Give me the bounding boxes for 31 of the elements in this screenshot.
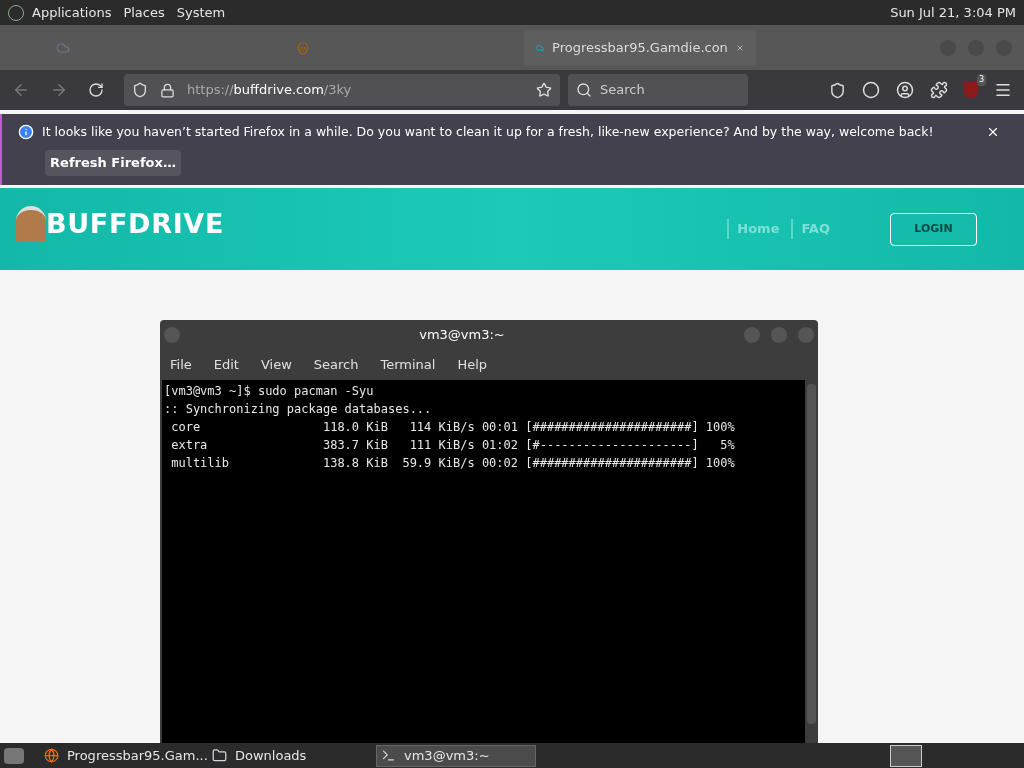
terminal-menu-item[interactable]: File xyxy=(170,355,192,375)
terminal-line: multilib 138.8 KiB 59.9 KiB/s 00:02 [######################] 100% xyxy=(170,455,736,472)
taskbar-item[interactable]: Downloads xyxy=(208,744,368,767)
taskbar-item[interactable]: vm3@vm3:~ xyxy=(376,744,536,767)
login-button[interactable]: LOGIN xyxy=(890,212,977,246)
tab-title: Progressbar95.Gamdie.con xyxy=(552,38,728,57)
terminal-menu-item[interactable]: Terminal xyxy=(380,355,436,375)
url-field[interactable]: https://buffdrive.com/3ky xyxy=(124,74,560,106)
clock: Sun Jul 21, 3:04 PM xyxy=(890,3,1016,22)
search-placeholder: Search xyxy=(600,81,645,100)
panel-menu[interactable]: System xyxy=(176,2,226,23)
terminal-line: [vm3@vm3 ~]$ sudo pacman -Syu xyxy=(164,383,375,400)
terminal-line: extra 383.7 KiB 111 KiB/s 01:02 [#---------------------] 5% xyxy=(170,437,736,454)
taskbar-label: Progressbar95.Gam... xyxy=(67,746,208,765)
taskbar-label: vm3@vm3:~ xyxy=(404,746,490,765)
terminal-line: :: Synchronizing package databases... xyxy=(164,401,433,418)
browser-tab[interactable]: Progressbar95.Gamdie.con xyxy=(524,29,756,66)
refresh-firefox-button[interactable]: Refresh Firefox… xyxy=(45,149,181,176)
terminal-menu-item[interactable]: Help xyxy=(457,355,488,375)
panel-menu[interactable]: Applications xyxy=(32,2,112,23)
notification-message: It looks like you haven’t started Firefox in a while. Do you want to clean it up for a fresh, like-new experience? And by the way, welcome back! xyxy=(42,123,934,141)
terminal-title: vm3@vm3:~ xyxy=(418,326,506,345)
panel-menu[interactable]: Places xyxy=(123,2,165,23)
taskbar-label: Downloads xyxy=(235,746,307,765)
terminal-menu-item[interactable]: Edit xyxy=(213,355,239,375)
terminal-menu-item[interactable]: View xyxy=(260,355,292,375)
terminal-line: core 118.0 KiB 114 KiB/s 00:01 [######################] 100% xyxy=(170,419,736,436)
search-field[interactable]: Search xyxy=(568,74,748,106)
extension-badge: 3 xyxy=(976,74,986,86)
url-text: https://buffdrive.com/3ky xyxy=(187,81,352,100)
terminal-menu-item[interactable]: Search xyxy=(313,355,359,375)
